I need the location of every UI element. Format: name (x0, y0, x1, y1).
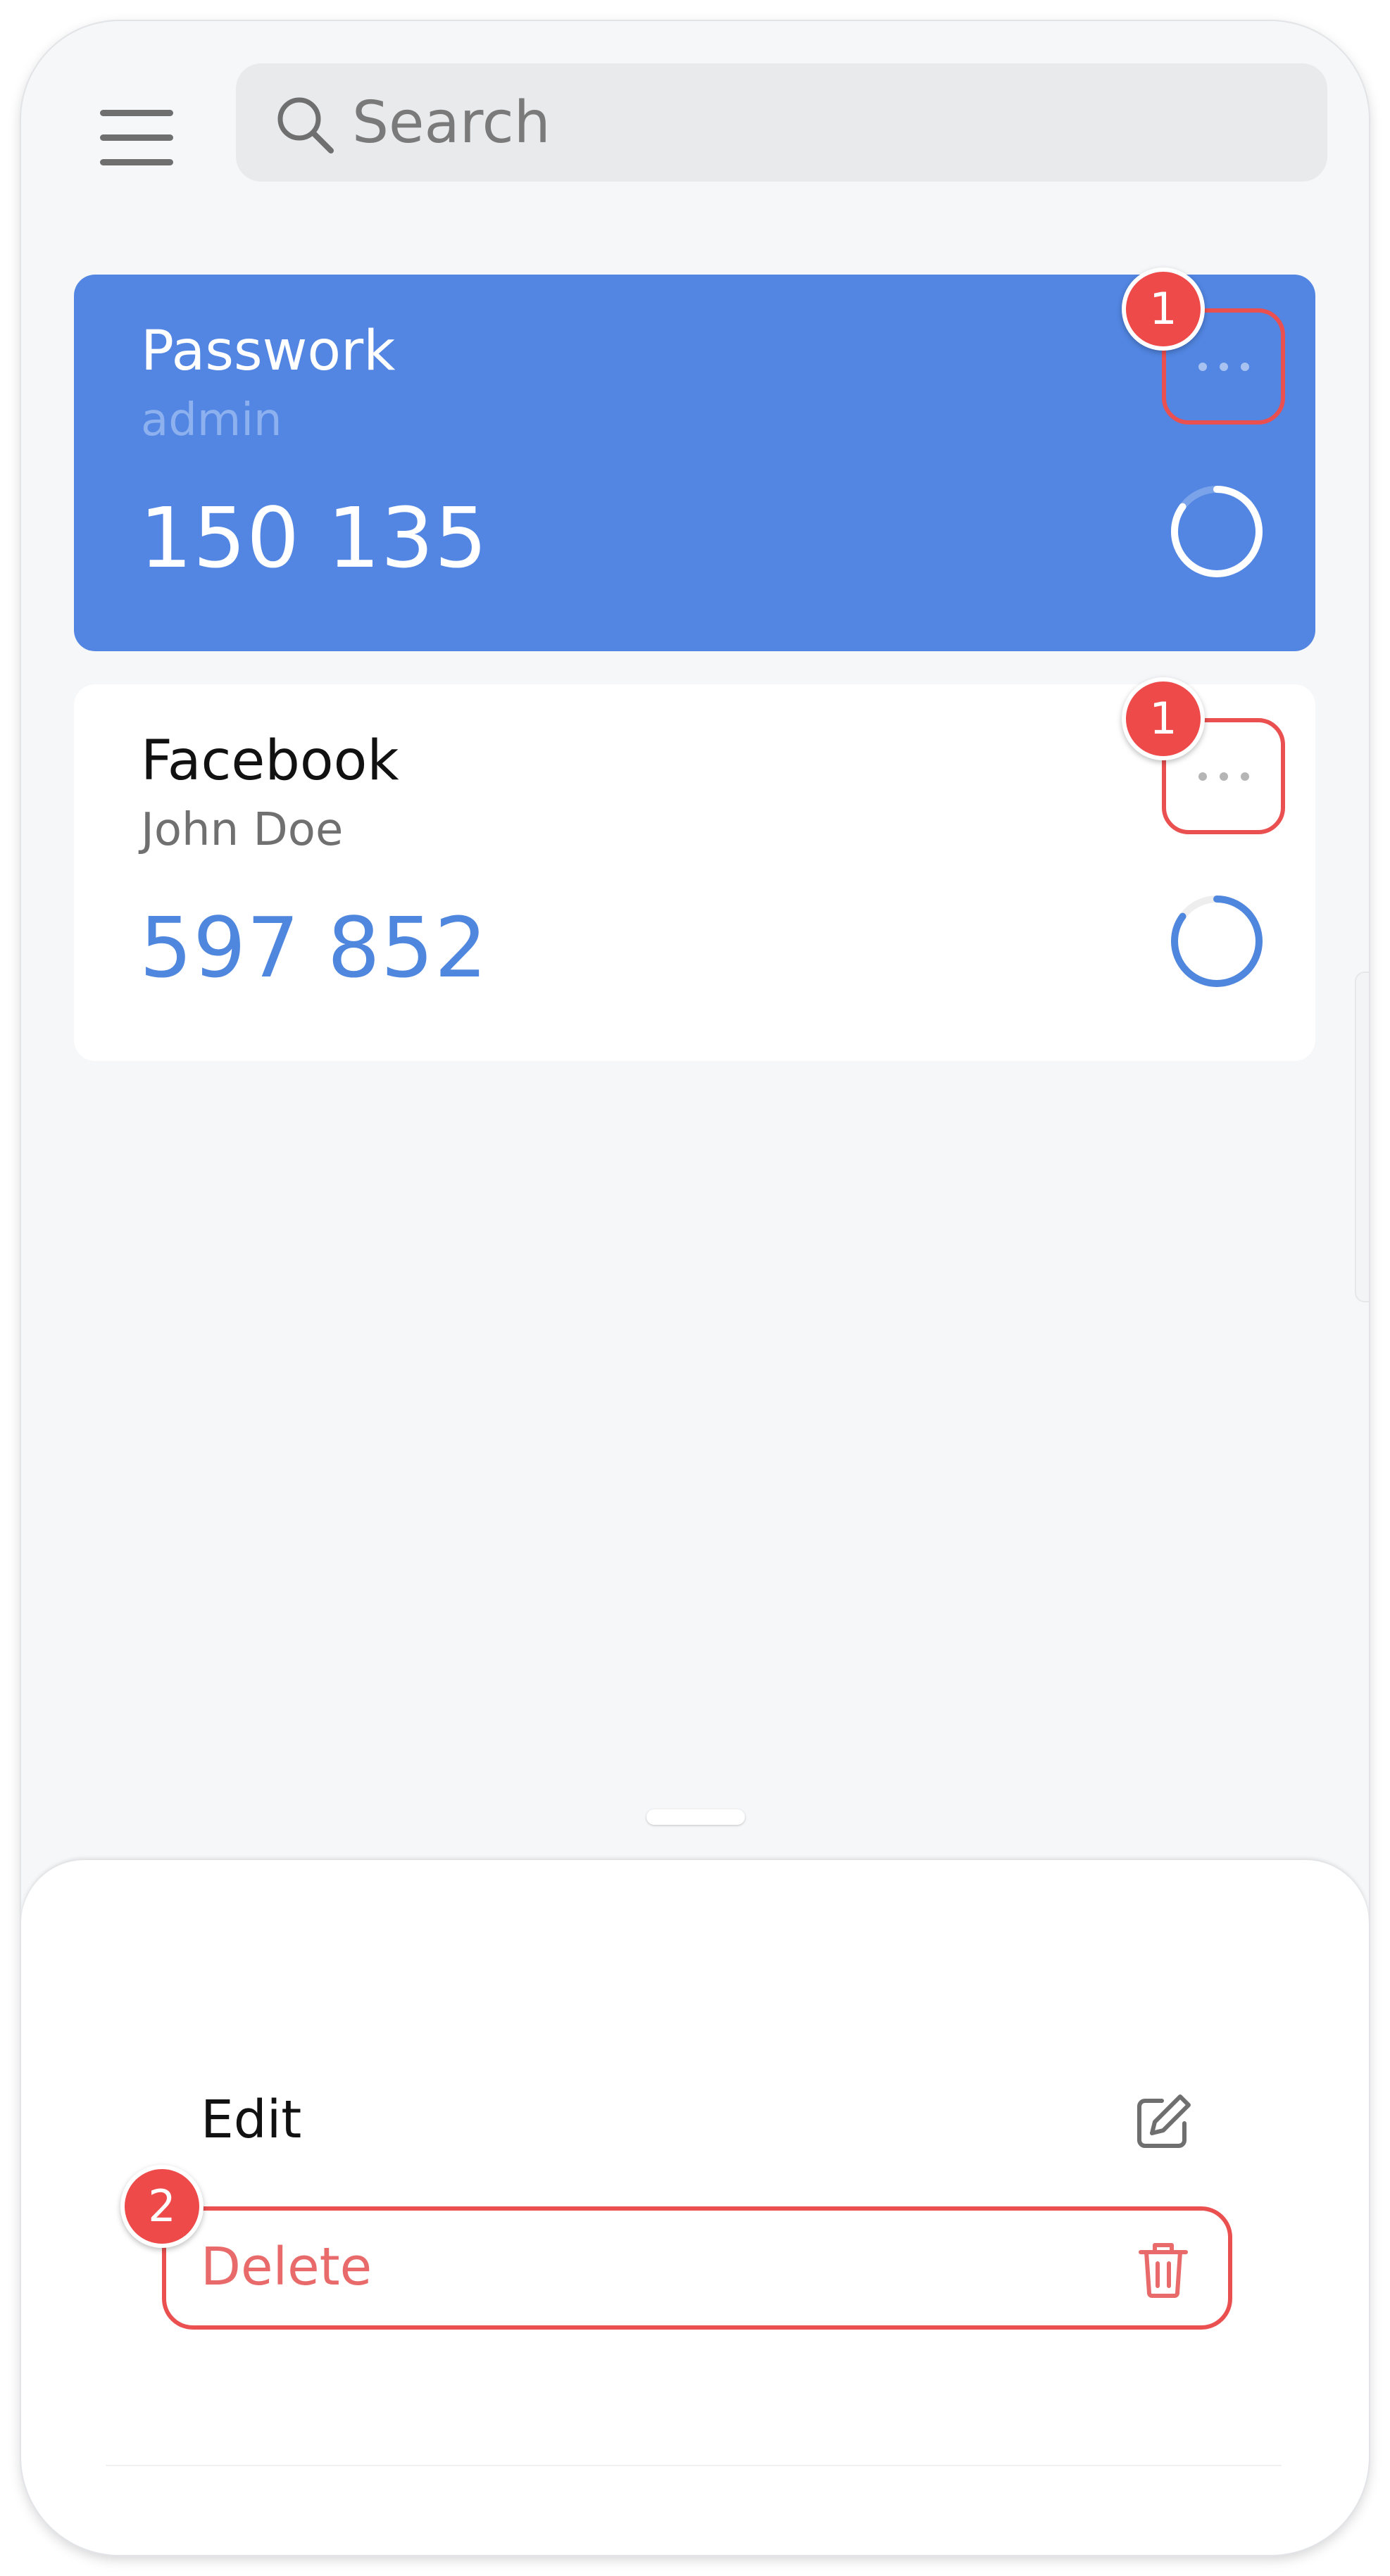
trash-icon (1139, 2243, 1188, 2298)
otp-code[interactable]: 150 135 (139, 496, 488, 579)
bottom-sheet: Edit Delete 2 (21, 1860, 1369, 2555)
search-bar[interactable] (236, 63, 1327, 182)
account-title: Facebook (141, 729, 399, 793)
step-badge: 2 (120, 2165, 204, 2248)
sheet-grabber[interactable] (646, 1809, 745, 1825)
hamburger-menu-icon[interactable] (99, 92, 176, 169)
account-card-facebook[interactable]: Facebook John Doe 597 852 1 (74, 677, 1315, 1061)
search-input[interactable] (352, 84, 1267, 161)
more-dots-icon (1198, 772, 1249, 781)
account-username: admin (141, 394, 282, 446)
search-icon (277, 97, 334, 153)
account-card-passwork[interactable]: Passwork admin 150 135 1 (74, 268, 1315, 651)
phone-screen: Passwork admin 150 135 1 Facebook John D… (21, 21, 1369, 2555)
sheet-divider (106, 2465, 1282, 2466)
edit-menu-item[interactable]: Edit (162, 2059, 1232, 2182)
timer-ring-icon (1171, 896, 1263, 987)
step-badge: 1 (1122, 268, 1205, 351)
timer-ring-icon (1171, 486, 1263, 577)
otp-code[interactable]: 597 852 (139, 906, 488, 989)
account-username: John Doe (141, 804, 344, 856)
more-dots-icon (1198, 362, 1249, 371)
delete-menu-item[interactable]: Delete 2 (120, 2165, 1232, 2330)
edit-icon (1137, 2094, 1191, 2148)
side-scroll-handle[interactable] (1355, 972, 1369, 1302)
delete-label: Delete (201, 2237, 372, 2297)
step-badge: 1 (1122, 677, 1205, 760)
account-title: Passwork (141, 320, 396, 383)
edit-label: Edit (201, 2090, 302, 2150)
